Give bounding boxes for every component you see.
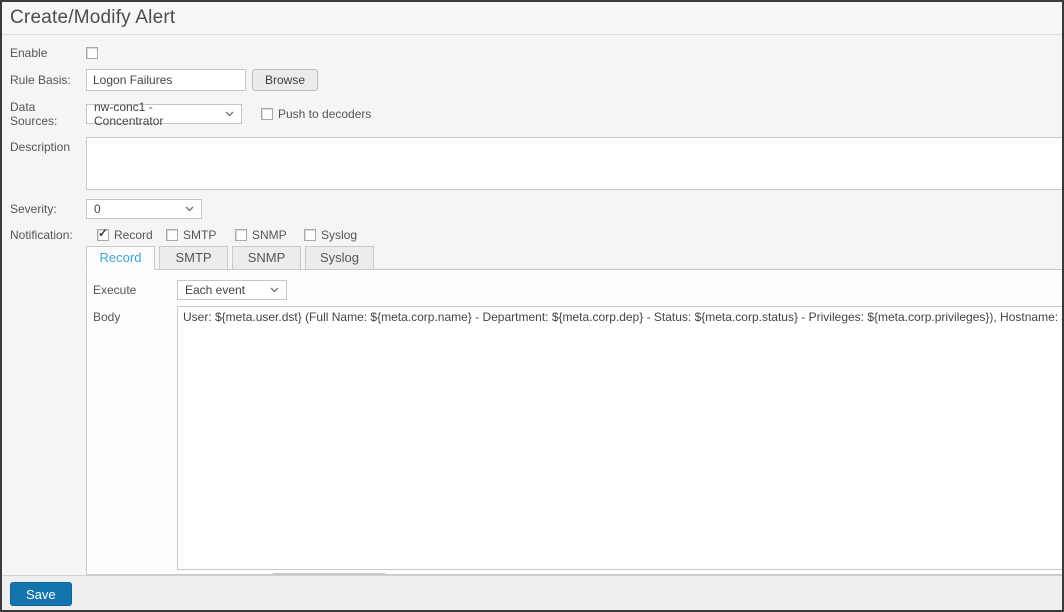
data-sources-value: nw-conc1 - Concentrator xyxy=(94,100,164,128)
severity-row: Severity: 0 xyxy=(10,199,1062,219)
push-to-decoders-label: Push to decoders xyxy=(278,107,372,121)
body-template-row: Body Template xyxy=(181,573,1062,574)
header: Create/Modify Alert xyxy=(2,2,1062,35)
rule-basis-input[interactable] xyxy=(86,69,246,91)
check-icon: ✓ xyxy=(98,226,109,240)
notification-label: Notification: xyxy=(10,228,73,242)
notification-options: ✓ Record ✓ SMTP ✓ SNMP xyxy=(86,226,362,242)
body-template-select[interactable] xyxy=(273,573,386,574)
chevron-down-icon xyxy=(185,206,194,212)
enable-checkbox[interactable]: ✓ xyxy=(86,47,98,59)
notification-option-smtp: ✓ SMTP xyxy=(155,228,224,242)
record-tab-panel: Execute Each event Body User: ${meta.use… xyxy=(86,269,1062,575)
description-row: Description xyxy=(10,137,1062,190)
tab-snmp[interactable]: SNMP xyxy=(232,246,301,270)
enable-label: Enable xyxy=(10,46,48,60)
tab-smtp[interactable]: SMTP xyxy=(159,246,228,270)
save-button[interactable]: Save xyxy=(10,582,72,606)
tab-syslog[interactable]: Syslog xyxy=(305,246,374,270)
browse-button[interactable]: Browse xyxy=(252,69,319,91)
notification-row: Notification: ✓ Record ✓ SMTP ✓ xyxy=(10,226,1062,242)
execute-row: Execute Each event xyxy=(93,280,1062,300)
footer: Save xyxy=(2,575,1062,610)
notification-option-record: ✓ Record xyxy=(86,226,155,242)
data-sources-row: Data Sources: nw-conc1 - Concentrator ✓ … xyxy=(10,100,1062,128)
body-label: Body xyxy=(93,310,121,324)
description-textarea[interactable] xyxy=(86,137,1062,190)
syslog-checkbox[interactable]: ✓ xyxy=(304,229,316,241)
body-textarea[interactable]: User: ${meta.user.dst} (Full Name: ${met… xyxy=(177,306,1062,570)
record-checkbox[interactable]: ✓ xyxy=(97,226,109,241)
smtp-checkbox[interactable]: ✓ xyxy=(166,229,178,241)
tab-record[interactable]: Record xyxy=(86,246,155,270)
page-title: Create/Modify Alert xyxy=(10,7,176,28)
severity-value: 0 xyxy=(94,202,101,216)
execute-label: Execute xyxy=(93,283,137,297)
enable-row: Enable ✓ xyxy=(10,46,1062,60)
notification-tabs: Record SMTP SNMP Syslog xyxy=(86,246,1062,270)
notification-option-snmp: ✓ SNMP xyxy=(224,228,293,242)
data-sources-label: Data Sources: xyxy=(10,100,58,128)
rule-basis-row: Rule Basis: Browse xyxy=(10,69,1062,91)
chevron-down-icon xyxy=(225,111,234,117)
snmp-checkbox[interactable]: ✓ xyxy=(235,229,247,241)
create-modify-alert-window: Create/Modify Alert Enable ✓ Rule Basis:… xyxy=(0,0,1064,612)
snmp-checkbox-label: SNMP xyxy=(252,228,287,242)
execute-select[interactable]: Each event xyxy=(177,280,287,300)
severity-select[interactable]: 0 xyxy=(86,199,202,219)
smtp-checkbox-label: SMTP xyxy=(183,228,217,242)
alert-form: Enable ✓ Rule Basis: Browse Data Sources… xyxy=(2,35,1062,575)
chevron-down-icon xyxy=(270,287,279,293)
execute-value: Each event xyxy=(185,283,246,297)
severity-label: Severity: xyxy=(10,202,57,216)
data-sources-select[interactable]: nw-conc1 - Concentrator xyxy=(86,100,242,128)
body-row: Body User: ${meta.user.dst} (Full Name: … xyxy=(93,306,1062,570)
syslog-checkbox-label: Syslog xyxy=(321,228,358,242)
push-to-decoders-checkbox[interactable]: ✓ xyxy=(261,108,273,120)
notification-option-syslog: ✓ Syslog xyxy=(293,228,362,242)
description-label: Description xyxy=(10,140,71,154)
rule-basis-label: Rule Basis: xyxy=(10,73,71,87)
record-checkbox-label: Record xyxy=(114,228,153,242)
